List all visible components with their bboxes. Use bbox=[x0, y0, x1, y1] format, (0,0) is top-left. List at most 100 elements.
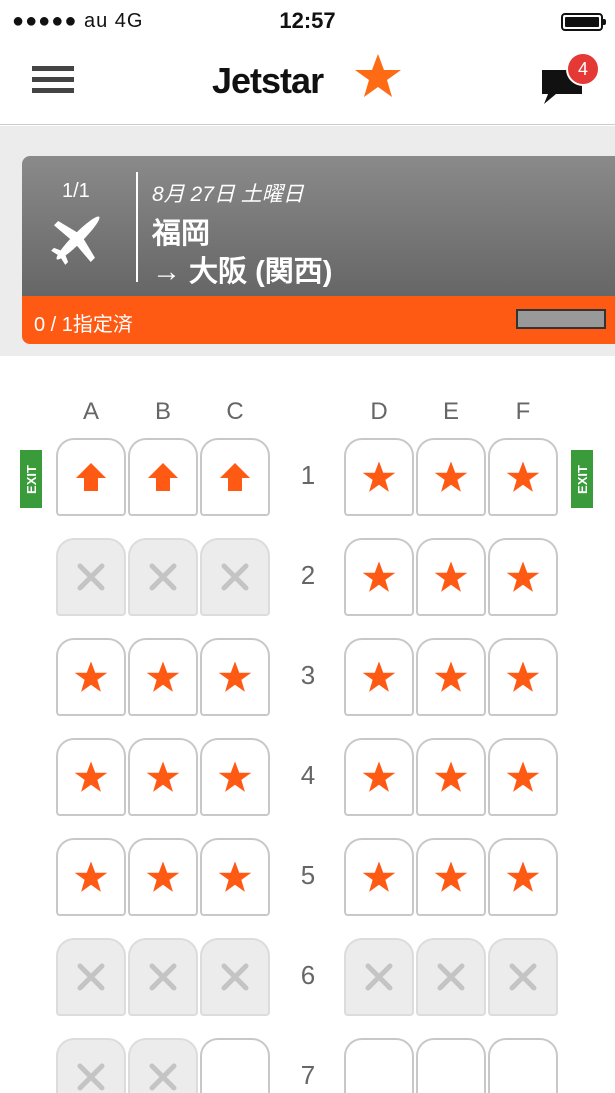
star-icon bbox=[434, 460, 468, 494]
flight-card[interactable]: 1/1 8月 27日 土曜日 福岡 → 大阪 (関西) 0 / 1指定済 bbox=[22, 156, 615, 344]
seat-7c[interactable] bbox=[200, 1038, 270, 1093]
flight-origin: 福岡 bbox=[152, 218, 211, 250]
flight-date: 8月 27日 土曜日 bbox=[152, 183, 304, 206]
flight-info: 1/1 8月 27日 土曜日 福岡 → 大阪 (関西) bbox=[22, 156, 615, 296]
exit-sign-left: EXIT bbox=[20, 450, 42, 508]
star-icon bbox=[74, 660, 108, 694]
star-icon bbox=[146, 660, 180, 694]
seat-3b[interactable] bbox=[128, 638, 198, 716]
x-icon bbox=[364, 962, 394, 992]
seat-5f[interactable] bbox=[488, 838, 558, 916]
x-icon bbox=[220, 562, 250, 592]
up-arrow-icon bbox=[218, 460, 252, 494]
star-icon bbox=[218, 760, 252, 794]
seat-5e[interactable] bbox=[416, 838, 486, 916]
seat-6a bbox=[56, 938, 126, 1016]
seat-3a[interactable] bbox=[56, 638, 126, 716]
row-number: 1 bbox=[300, 460, 316, 490]
star-icon bbox=[362, 760, 396, 794]
airplane-icon bbox=[51, 216, 100, 265]
column-label-a: A bbox=[82, 398, 99, 425]
row-number: 2 bbox=[300, 560, 316, 590]
nav-bar: Jetstar 4 bbox=[0, 40, 615, 125]
row-number: 4 bbox=[300, 760, 316, 790]
x-icon bbox=[148, 1062, 178, 1092]
seat-4e[interactable] bbox=[416, 738, 486, 816]
exit-sign-right: EXIT bbox=[571, 450, 593, 508]
seat-6f bbox=[488, 938, 558, 1016]
x-icon bbox=[508, 962, 538, 992]
x-icon bbox=[436, 962, 466, 992]
star-icon bbox=[218, 860, 252, 894]
battery-icon bbox=[561, 13, 606, 31]
seat-map: A B C D E F 1 EXIT EXIT 2 3 4 5 6 7 bbox=[0, 380, 615, 1093]
seat-4b[interactable] bbox=[128, 738, 198, 816]
exit-label: EXIT bbox=[23, 464, 39, 494]
seat-7e[interactable] bbox=[416, 1038, 486, 1093]
assignment-progress bbox=[516, 309, 606, 329]
seat-4a[interactable] bbox=[56, 738, 126, 816]
star-icon bbox=[434, 660, 468, 694]
star-icon bbox=[434, 860, 468, 894]
star-icon bbox=[218, 660, 252, 694]
star-icon bbox=[146, 860, 180, 894]
star-icon bbox=[362, 460, 396, 494]
seat-6b bbox=[128, 938, 198, 1016]
star-icon bbox=[362, 560, 396, 594]
star-icon bbox=[506, 660, 540, 694]
column-label-f: F bbox=[515, 398, 531, 425]
seat-5c[interactable] bbox=[200, 838, 270, 916]
assignment-bar: 0 / 1指定済 bbox=[22, 296, 615, 344]
seat-7a bbox=[56, 1038, 126, 1093]
seat-5b[interactable] bbox=[128, 838, 198, 916]
seat-3f[interactable] bbox=[488, 638, 558, 716]
seat-4f[interactable] bbox=[488, 738, 558, 816]
column-label-d: D bbox=[370, 398, 388, 425]
seat-1b[interactable] bbox=[128, 438, 198, 516]
seat-3c[interactable] bbox=[200, 638, 270, 716]
column-label-b: B bbox=[154, 398, 171, 425]
x-icon bbox=[148, 962, 178, 992]
seat-6c bbox=[200, 938, 270, 1016]
seat-1e[interactable] bbox=[416, 438, 486, 516]
seat-1f[interactable] bbox=[488, 438, 558, 516]
row-number: 7 bbox=[300, 1060, 316, 1090]
star-icon bbox=[362, 660, 396, 694]
row-number: 5 bbox=[300, 860, 316, 890]
flight-destination: → 大阪 (関西) bbox=[152, 256, 333, 288]
seat-1a[interactable] bbox=[56, 438, 126, 516]
up-arrow-icon bbox=[74, 460, 108, 494]
seat-2d[interactable] bbox=[344, 538, 414, 616]
star-icon bbox=[74, 760, 108, 794]
seat-2f[interactable] bbox=[488, 538, 558, 616]
logo-star-icon bbox=[355, 54, 401, 97]
seat-3d[interactable] bbox=[344, 638, 414, 716]
seat-2e[interactable] bbox=[416, 538, 486, 616]
seat-4d[interactable] bbox=[344, 738, 414, 816]
hamburger-menu-icon[interactable] bbox=[32, 66, 74, 98]
star-icon bbox=[434, 760, 468, 794]
clock: 12:57 bbox=[279, 8, 336, 33]
column-label-e: E bbox=[442, 398, 459, 425]
flight-index: 1/1 bbox=[62, 180, 90, 202]
seat-4c[interactable] bbox=[200, 738, 270, 816]
seat-7d[interactable] bbox=[344, 1038, 414, 1093]
x-icon bbox=[76, 962, 106, 992]
seat-5d[interactable] bbox=[344, 838, 414, 916]
seat-1c[interactable] bbox=[200, 438, 270, 516]
x-icon bbox=[76, 562, 106, 592]
status-bar: ●●●●● au 4G 12:57 bbox=[0, 0, 615, 40]
seat-3e[interactable] bbox=[416, 638, 486, 716]
row-number: 3 bbox=[300, 660, 316, 690]
star-icon bbox=[74, 860, 108, 894]
seat-7f[interactable] bbox=[488, 1038, 558, 1093]
x-icon bbox=[148, 562, 178, 592]
x-icon bbox=[220, 962, 250, 992]
star-icon bbox=[506, 860, 540, 894]
seat-1d[interactable] bbox=[344, 438, 414, 516]
star-icon bbox=[362, 860, 396, 894]
seat-5a[interactable] bbox=[56, 838, 126, 916]
star-icon bbox=[434, 560, 468, 594]
up-arrow-icon bbox=[146, 460, 180, 494]
seat-6e bbox=[416, 938, 486, 1016]
